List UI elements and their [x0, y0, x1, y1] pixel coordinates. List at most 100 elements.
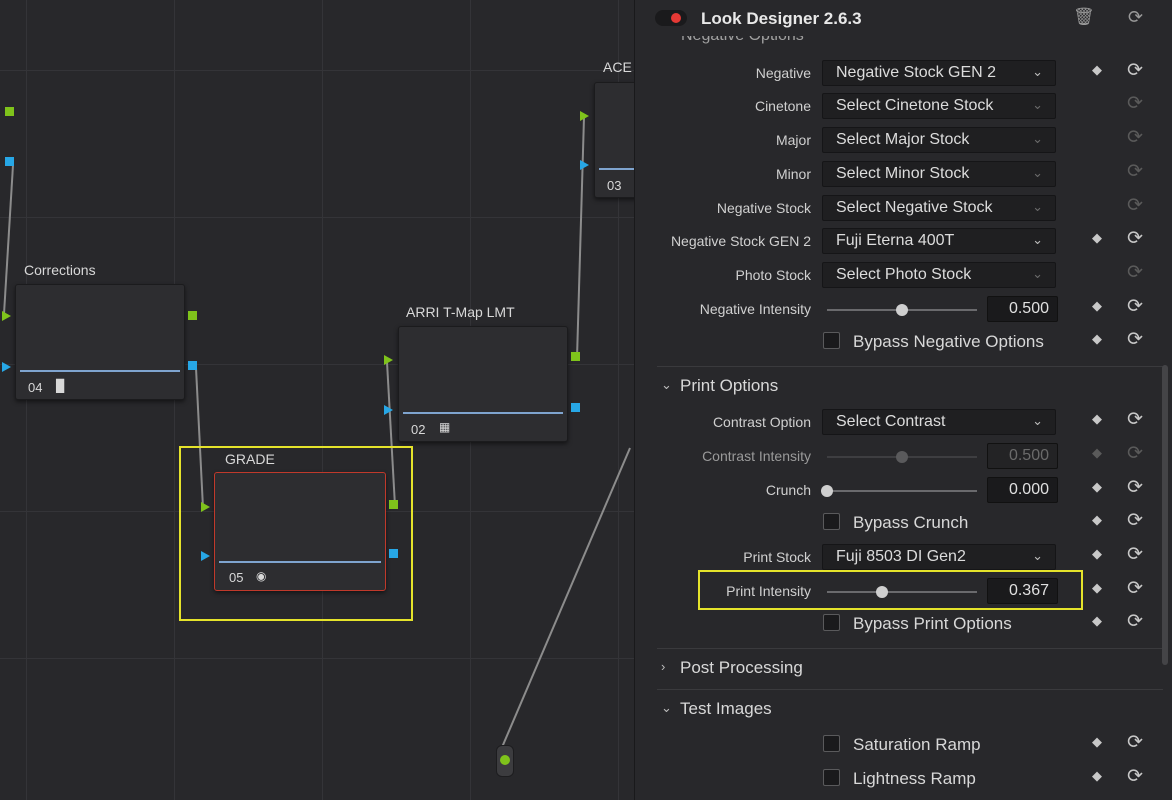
crunch-slider[interactable]: [821, 485, 977, 497]
reset-icon[interactable]: ⟳: [1127, 227, 1143, 250]
param-label: Crunch: [765, 482, 811, 498]
bars-icon: ▉: [56, 379, 66, 393]
crunch-value[interactable]: 0.000: [987, 477, 1058, 503]
diamond-icon[interactable]: ◆: [1092, 734, 1102, 750]
reset-icon[interactable]: ⟳: [1127, 610, 1143, 633]
input-port[interactable]: [201, 551, 210, 561]
section-header-post-processing[interactable]: › Post Processing: [635, 653, 1172, 683]
input-port[interactable]: [384, 355, 393, 365]
negative-intensity-slider[interactable]: [827, 304, 977, 316]
diamond-icon[interactable]: ◆: [1092, 479, 1102, 495]
param-label: Minor: [775, 166, 811, 182]
major-dropdown[interactable]: Select Major Stock ⌄: [822, 127, 1056, 153]
diamond-icon[interactable]: ◆: [1092, 768, 1102, 784]
photo-stock-dropdown[interactable]: Select Photo Stock ⌄: [822, 262, 1056, 288]
input-port[interactable]: [201, 502, 210, 512]
input-port[interactable]: [580, 160, 589, 170]
chevron-down-icon: ⌄: [1032, 413, 1043, 428]
enable-toggle[interactable]: [655, 10, 687, 26]
scrollbar[interactable]: [1162, 365, 1168, 665]
chevron-down-icon: ⌄: [1032, 199, 1043, 214]
output-port[interactable]: [571, 352, 580, 361]
minor-dropdown[interactable]: Select Minor Stock ⌄: [822, 161, 1056, 187]
param-label: Negative: [755, 65, 811, 81]
output-port[interactable]: [389, 500, 398, 509]
input-port[interactable]: [580, 111, 589, 121]
reset-icon[interactable]: ⟳: [1127, 295, 1143, 318]
reset-icon[interactable]: ⟳: [1127, 543, 1143, 566]
param-row-print-intensity: Print Intensity 0.367 ◆ ⟳: [635, 576, 1172, 606]
node-number: 04: [28, 380, 43, 395]
print-intensity-slider[interactable]: [827, 586, 977, 598]
node-corrections[interactable]: 04 ▉: [15, 284, 185, 400]
param-row-contrast-intensity: Contrast Intensity 0.500 ◆ ⟳: [635, 441, 1172, 471]
chevron-right-icon: ›: [661, 659, 666, 674]
input-port[interactable]: [384, 405, 393, 415]
output-port[interactable]: [188, 361, 197, 370]
output-port[interactable]: [5, 107, 14, 116]
slider-handle[interactable]: [876, 586, 889, 598]
reset-icon[interactable]: ⟳: [1127, 765, 1143, 788]
lightness-ramp-checkbox[interactable]: [823, 769, 840, 786]
reset-icon[interactable]: ⟳: [1127, 731, 1143, 754]
diamond-icon[interactable]: ◆: [1092, 230, 1102, 246]
section-header-test-images[interactable]: ⌄ Test Images: [635, 694, 1172, 724]
bypass-print-checkbox[interactable]: [823, 614, 840, 631]
negative-dropdown[interactable]: Negative Stock GEN 2 ⌄: [822, 60, 1056, 86]
diamond-icon[interactable]: ◆: [1092, 546, 1102, 562]
reset-icon[interactable]: ⟳: [1127, 509, 1143, 532]
negative-intensity-value[interactable]: 0.500: [987, 296, 1058, 322]
node-title: ACE: [603, 59, 632, 75]
reset-icon: ⟳: [1127, 93, 1143, 114]
bypass-crunch-checkbox[interactable]: [823, 513, 840, 530]
output-node-port[interactable]: [496, 745, 514, 777]
input-port[interactable]: [2, 311, 11, 321]
diamond-icon[interactable]: ◆: [1092, 62, 1102, 78]
diamond-icon[interactable]: ◆: [1092, 512, 1102, 528]
reset-icon: ⟳: [1127, 443, 1143, 464]
node-ace[interactable]: 03: [594, 82, 634, 198]
output-port[interactable]: [188, 311, 197, 320]
section-header-print-options[interactable]: ⌄ Print Options: [635, 371, 1172, 401]
output-port[interactable]: [389, 549, 398, 558]
reset-icon[interactable]: ⟳: [1127, 476, 1143, 499]
print-intensity-value[interactable]: 0.367: [987, 578, 1058, 604]
contrast-option-dropdown[interactable]: Select Contrast ⌄: [822, 409, 1056, 435]
negative-stock-dropdown[interactable]: Select Negative Stock ⌄: [822, 195, 1056, 221]
dropdown-value: Negative Stock GEN 2: [836, 64, 997, 81]
output-dot: [500, 755, 510, 765]
cinetone-dropdown[interactable]: Select Cinetone Stock ⌄: [822, 93, 1056, 119]
chevron-down-icon: ⌄: [1032, 232, 1043, 247]
checkbox-label: Bypass Crunch: [853, 513, 969, 532]
reset-icon[interactable]: ⟳: [1127, 328, 1143, 351]
diamond-icon[interactable]: ◆: [1092, 298, 1102, 314]
section-title: Post Processing: [680, 658, 803, 677]
slider-handle[interactable]: [896, 304, 908, 316]
diamond-icon[interactable]: ◆: [1092, 613, 1102, 629]
diamond-icon[interactable]: ◆: [1092, 411, 1102, 427]
panel-header: Look Designer 2.6.3 🗑 ⟳: [635, 0, 1172, 36]
diamond-icon[interactable]: ◆: [1092, 331, 1102, 347]
inspector-panel: Negative Options Look Designer 2.6.3 🗑 ⟳…: [634, 0, 1172, 800]
reset-icon[interactable]: ⟳: [1127, 577, 1143, 600]
trash-icon[interactable]: 🗑: [1073, 7, 1095, 27]
reset-icon[interactable]: ⟳: [1127, 59, 1143, 82]
reset-icon[interactable]: ⟳: [1128, 7, 1143, 28]
output-port[interactable]: [5, 157, 14, 166]
param-row-print-stock: Print Stock Fuji 8503 DI Gen2 ⌄ ◆ ⟳: [635, 542, 1172, 572]
param-label: Negative Stock: [716, 200, 811, 216]
output-port[interactable]: [571, 403, 580, 412]
node-arri-t-map-lmt[interactable]: 02 ▦: [398, 326, 568, 442]
input-port[interactable]: [2, 362, 11, 372]
negative-stock-gen2-dropdown[interactable]: Fuji Eterna 400T ⌄: [822, 228, 1056, 254]
reset-icon[interactable]: ⟳: [1127, 408, 1143, 431]
slider-handle[interactable]: [821, 485, 833, 497]
diamond-icon[interactable]: ◆: [1092, 580, 1102, 596]
print-stock-dropdown[interactable]: Fuji 8503 DI Gen2 ⌄: [822, 544, 1056, 570]
node-grade[interactable]: 05 ◉: [214, 472, 386, 591]
node-graph[interactable]: Corrections 04 ▉ ARRI T-Map LMT 02 ▦ ACE…: [0, 0, 634, 800]
diamond-icon: ◆: [1092, 445, 1102, 460]
saturation-ramp-checkbox[interactable]: [823, 735, 840, 752]
bypass-negative-checkbox[interactable]: [823, 332, 840, 349]
checkbox-label: Saturation Ramp: [853, 735, 981, 754]
